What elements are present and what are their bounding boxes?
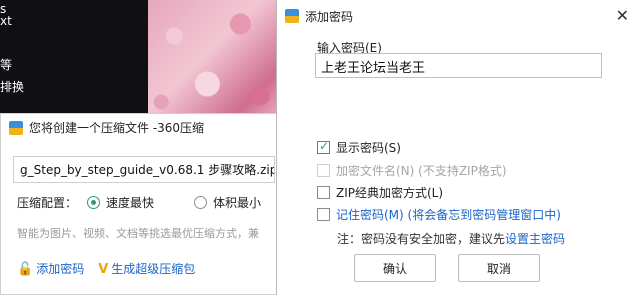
show-password-label: 显示密码(S) [336,141,401,155]
compression-hint: 智能为图片、视频、文档等挑选最优压缩方式，兼 [17,227,259,240]
v-badge-icon: V [98,262,109,277]
compression-config-row: 压缩配置： 速度最快 体积最小 [17,194,261,211]
option-small[interactable]: 体积最小 [194,194,261,211]
zip-classic-checkbox[interactable] [317,186,330,199]
zip-classic-label: ZIP经典加密方式(L) [336,186,444,200]
option-fast[interactable]: 速度最快 [87,194,154,211]
dialog-titlebar: 添加密码 [277,0,639,32]
option-fast-label: 速度最快 [106,196,155,210]
desktop-area: s xt 等 排换 [0,0,148,120]
radio-fast-icon[interactable] [87,196,101,209]
window-title: 您将创建一个压缩文件 -360压缩 [29,121,205,135]
dialog-app-icon [285,9,299,23]
add-password-label: 添加密码 [36,262,85,276]
add-password-dialog: 添加密码 ✕ 输入密码(E) 上老王论坛当老王 显示密码(S) 加密文件名(N)… [276,0,639,295]
close-icon[interactable]: ✕ [616,6,629,25]
ok-button[interactable]: 确认 [354,254,436,282]
encrypt-filenames-option: 加密文件名(N) (不支持ZIP格式) [317,162,507,179]
remember-password-option[interactable]: 记住密码(M) (将会备忘到密码管理窗口中) [317,206,561,223]
note-text: 注：密码没有安全加密，建议先 [337,232,506,246]
desktop-text: 排换 [0,80,25,94]
config-label: 压缩配置： [17,196,78,210]
create-archive-titlebar: 您将创建一个压缩文件 -360压缩 [1,114,279,141]
archive-filename-field[interactable]: g_Step_by_step_guide_v0.68.1 步骤攻略.zip 更 [13,156,275,183]
filename-text: g_Step_by_step_guide_v0.68.1 步骤攻略.zip [20,163,275,177]
archive-actions: 🔓 添加密码 V 生成超级压缩包 [17,260,195,277]
add-password-link[interactable]: 🔓 添加密码 [17,260,84,277]
desktop-wallpaper-image [148,0,280,120]
set-master-password-link[interactable]: 设置主密码 [505,232,565,246]
encrypt-filenames-label: 加密文件名(N) (不支持ZIP格式) [336,164,507,178]
lock-icon: 🔓 [17,262,34,277]
option-small-label: 体积最小 [213,196,262,210]
desktop-text: 等 [0,58,13,72]
show-password-option[interactable]: 显示密码(S) [317,139,401,156]
zip-classic-option[interactable]: ZIP经典加密方式(L) [317,184,443,201]
dialog-title: 添加密码 [305,9,354,24]
generate-super-label: 生成超级压缩包 [111,262,196,276]
archive-app-icon [9,120,23,135]
cancel-button[interactable]: 取消 [458,254,540,282]
desktop-text: xt [0,14,12,28]
security-note: 注：密码没有安全加密，建议先设置主密码 [337,230,565,247]
radio-small-icon[interactable] [194,196,208,209]
remember-password-checkbox[interactable] [317,208,330,221]
show-password-checkbox[interactable] [317,139,330,154]
encrypt-filenames-checkbox [317,164,330,177]
remember-password-label[interactable]: 记住密码(M) (将会备忘到密码管理窗口中) [336,206,561,223]
create-archive-window: 您将创建一个压缩文件 -360压缩 g_Step_by_step_guide_v… [0,113,280,295]
password-input[interactable]: 上老王论坛当老王 [315,53,602,78]
generate-super-archive-link[interactable]: V 生成超级压缩包 [98,260,195,277]
